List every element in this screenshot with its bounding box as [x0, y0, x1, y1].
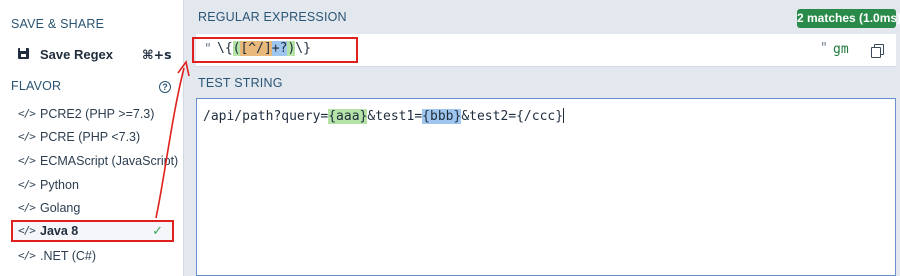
save-regex-button[interactable]: Save Regex ⌘+s [0, 42, 183, 66]
test-segment: &test2={/ccc} [461, 109, 564, 124]
regex-flags[interactable]: gm [833, 42, 849, 57]
save-shortcut: ⌘+s [142, 47, 172, 62]
flavor-item-dotnet[interactable]: </> .NET (C#) [11, 245, 174, 267]
code-icon: </> [18, 130, 36, 143]
code-icon: </> [18, 249, 36, 262]
flavor-title: FLAVOR [11, 79, 62, 93]
flavor-label: Golang [40, 201, 81, 215]
match-2: {bbb} [422, 109, 462, 124]
regex-highlight-box [192, 37, 358, 63]
save-regex-label: Save Regex [40, 47, 113, 62]
test-segment: /api/path?query= [203, 109, 329, 124]
check-icon: ✓ [152, 224, 163, 239]
code-icon: </> [18, 224, 36, 237]
regex-panel-title: REGULAR EXPRESSION [198, 10, 347, 24]
flavor-item-golang[interactable]: </> Golang [11, 197, 174, 219]
flavor-label: .NET (C#) [40, 249, 97, 263]
sidebar: SAVE & SHARE Save Regex ⌘+s FLAVOR ? </>… [0, 0, 184, 276]
match-count-badge: 2 matches (1.0ms) [797, 9, 900, 28]
flavor-label: PCRE (PHP <7.3) [40, 130, 141, 144]
test-string-text: /api/path?query={aaa}&test1={bbb}&test2=… [203, 108, 565, 124]
flavor-label: ECMAScript (JavaScript) [40, 154, 179, 168]
match-1: {aaa} [328, 109, 368, 124]
flavor-item-pcre2[interactable]: </> PCRE2 (PHP >=7.3) [11, 103, 174, 125]
test-string-title: TEST STRING [198, 76, 283, 90]
flavor-label: Java 8 [40, 224, 79, 238]
code-icon: </> [18, 154, 36, 167]
code-icon: </> [18, 107, 36, 120]
help-icon[interactable]: ? [159, 81, 171, 93]
save-share-title: SAVE & SHARE [11, 17, 105, 31]
delimiter-close: " [820, 41, 828, 56]
code-icon: </> [18, 201, 36, 214]
floppy-disk-icon [18, 48, 29, 59]
test-segment: &test1= [367, 109, 423, 124]
flavor-item-pcre[interactable]: </> PCRE (PHP <7.3) [11, 126, 174, 148]
test-string-input[interactable]: /api/path?query={aaa}&test1={bbb}&test2=… [196, 98, 896, 276]
code-icon: </> [18, 178, 36, 191]
copy-icon[interactable] [871, 44, 884, 58]
flavor-label: PCRE2 (PHP >=7.3) [40, 107, 155, 121]
flavor-item-java8[interactable]: </> Java 8 ✓ [11, 220, 174, 242]
flavor-item-python[interactable]: </> Python [11, 174, 174, 196]
text-caret [563, 108, 565, 123]
flavor-label: Python [40, 178, 79, 192]
flavor-item-ecmascript[interactable]: </> ECMAScript (JavaScript) [11, 150, 178, 172]
